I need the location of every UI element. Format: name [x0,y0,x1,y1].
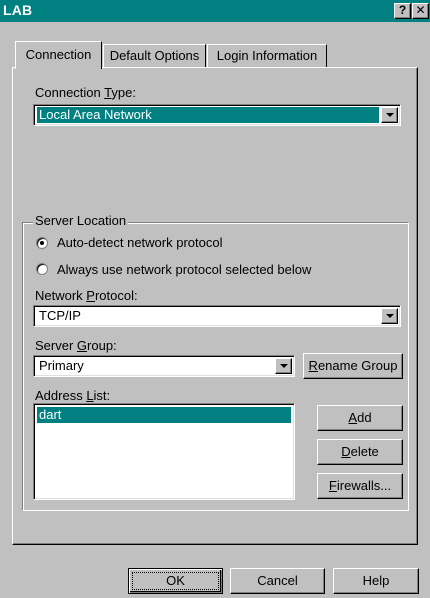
rename-group-button[interactable]: Rename Group [303,353,403,379]
server-location-label: Server Location [33,213,129,228]
tab-label: Login Information [216,48,318,63]
chevron-down-icon[interactable] [381,308,398,324]
connection-type-label: Connection Type: [35,85,136,100]
tab-login-information[interactable]: Login Information [207,44,327,68]
connection-type-select[interactable]: Local Area Network [33,104,401,126]
chevron-down-icon[interactable] [381,107,398,123]
help-icon[interactable]: ? [394,3,411,19]
server-group-value: Primary [39,358,84,373]
network-protocol-value: TCP/IP [39,308,81,323]
cancel-button[interactable]: Cancel [230,568,325,594]
delete-button[interactable]: Delete [317,439,403,465]
network-protocol-select[interactable]: TCP/IP [33,305,401,327]
tab-label: Default Options [109,48,200,63]
server-group-select[interactable]: Primary [33,355,295,377]
list-item[interactable]: dart [37,407,291,423]
add-button[interactable]: Add [317,405,403,431]
tab-label: Connection [25,47,92,62]
connection-type-value: Local Area Network [37,107,379,123]
close-icon[interactable]: ✕ [412,3,429,19]
address-list-label: Address List: [35,388,111,403]
radio-always-use-label[interactable]: Always use network protocol selected bel… [57,262,311,277]
tab-default-options[interactable]: Default Options [103,44,206,68]
radio-auto-detect[interactable] [36,237,48,249]
tab-connection[interactable]: Connection [15,41,102,69]
ok-button[interactable]: OK [128,568,223,594]
network-protocol-label: Network Protocol: [35,288,138,303]
chevron-down-icon[interactable] [275,358,292,374]
address-list[interactable]: dart [33,403,295,500]
firewalls-button[interactable]: Firewalls... [317,473,403,499]
radio-auto-detect-label[interactable]: Auto-detect network protocol [57,235,222,250]
server-group-label: Server Group: [35,338,117,353]
radio-always-use[interactable] [36,263,48,275]
window-title: LAB [3,2,33,18]
title-bar: LAB ? ✕ [0,0,430,22]
radio-dot [40,241,44,245]
help-button[interactable]: Help [333,568,419,594]
